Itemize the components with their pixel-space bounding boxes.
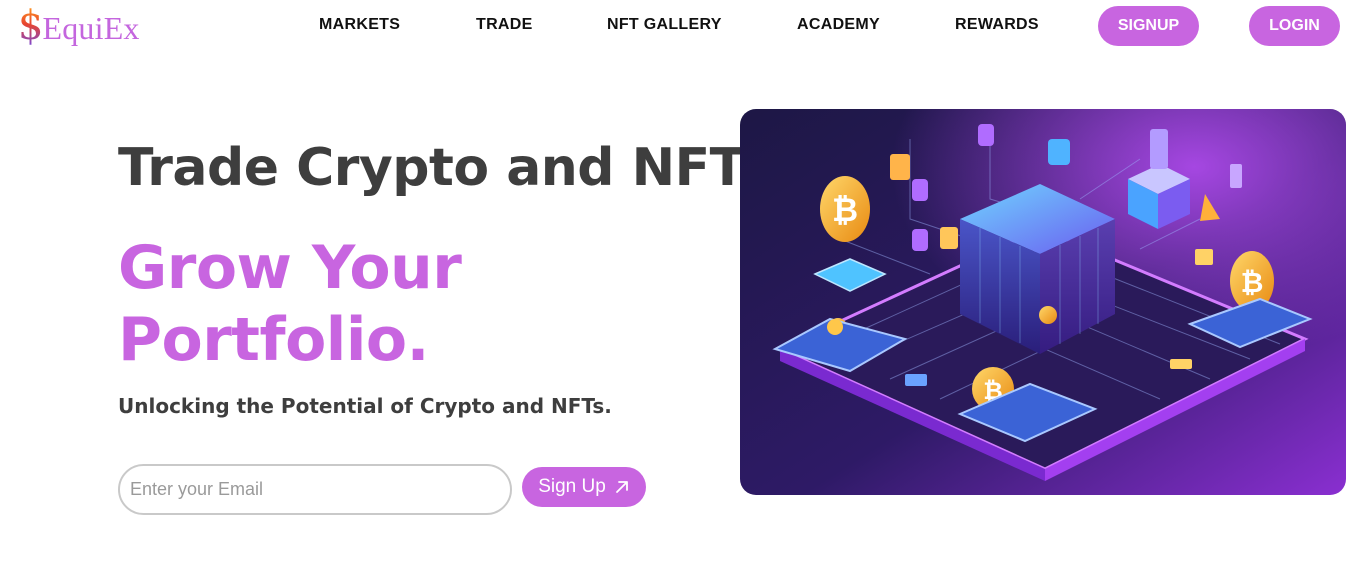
hero-title: Trade Crypto and NFT bbox=[118, 138, 745, 198]
hero-headline-line-2: Portfolio. bbox=[118, 305, 429, 375]
main-nav: MARKETS TRADE NFT GALLERY ACADEMY REWARD… bbox=[0, 0, 1353, 50]
arrow-up-right-icon bbox=[615, 481, 628, 493]
nav-nft-gallery[interactable]: NFT GALLERY bbox=[607, 16, 722, 34]
email-field[interactable] bbox=[118, 464, 512, 515]
hero-subtitle: Unlocking the Potential of Crypto and NF… bbox=[118, 394, 612, 418]
hero-headline-line-1: Grow Your bbox=[118, 233, 462, 303]
nav-markets[interactable]: MARKETS bbox=[319, 16, 400, 34]
email-input[interactable] bbox=[120, 466, 510, 513]
svg-text:₿: ₿ bbox=[1241, 266, 1264, 299]
svg-text:₿: ₿ bbox=[832, 191, 858, 229]
nav-academy[interactable]: ACADEMY bbox=[797, 16, 880, 34]
crypto-illustration: ₿ ₿ ₿ bbox=[740, 109, 1346, 495]
nav-trade[interactable]: TRADE bbox=[476, 16, 533, 34]
sign-up-button-label: Sign Up bbox=[538, 476, 606, 497]
nav-rewards[interactable]: REWARDS bbox=[955, 16, 1039, 34]
sign-up-button[interactable]: Sign Up bbox=[522, 467, 646, 507]
signup-nav-button[interactable]: SIGNUP bbox=[1098, 6, 1199, 46]
crypto-isometric-illustration-icon: ₿ ₿ ₿ bbox=[740, 109, 1346, 495]
login-nav-button[interactable]: LOGIN bbox=[1249, 6, 1340, 46]
hero-headline: Grow Your Portfolio. bbox=[118, 232, 678, 376]
